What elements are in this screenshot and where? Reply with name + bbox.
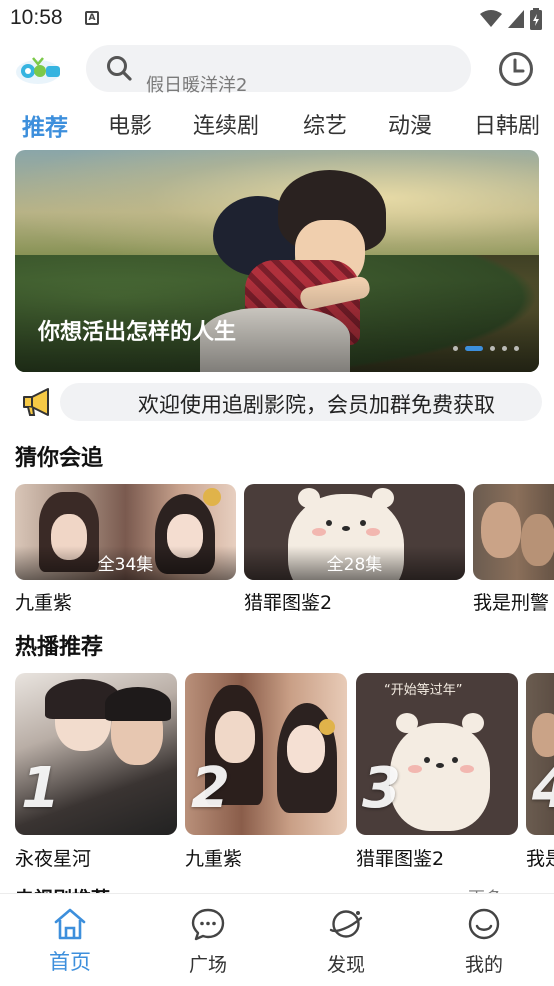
poster-bear-ear bbox=[372, 488, 394, 508]
planet-icon bbox=[329, 910, 363, 938]
poster-liezuitujian2: “开始等过年” 3 bbox=[356, 673, 518, 835]
poster-bear-blush bbox=[312, 528, 326, 536]
tab-variety[interactable]: 综艺 bbox=[303, 108, 347, 140]
tab-anime[interactable]: 动漫 bbox=[388, 108, 432, 140]
rank-number: 1 bbox=[21, 756, 60, 821]
nav-square[interactable]: 广场 bbox=[168, 906, 248, 977]
app-logo bbox=[16, 57, 60, 84]
nav-label: 广场 bbox=[188, 954, 227, 976]
banner-title: 你想活出怎样的人生 bbox=[38, 320, 237, 345]
poster-yongyexinghe: 1 bbox=[15, 673, 177, 835]
poster-face bbox=[481, 502, 521, 558]
tab-jpkr-drama[interactable]: 日韩剧 bbox=[474, 108, 540, 140]
tab-recommend[interactable]: 推荐 bbox=[22, 108, 68, 142]
chat-bubble-icon bbox=[191, 908, 225, 941]
poster-bear-blush bbox=[408, 765, 422, 773]
poster-face bbox=[532, 713, 554, 757]
poster-bear-eye bbox=[326, 520, 332, 526]
search-hint: 假日暖洋洋2 bbox=[146, 75, 248, 96]
status-time: 10:58 bbox=[10, 6, 63, 29]
poster-bear-ear bbox=[298, 488, 320, 508]
episode-badge: 全34集 bbox=[15, 546, 236, 580]
poster-bear-ear bbox=[396, 713, 418, 733]
banner-dot[interactable] bbox=[502, 346, 507, 351]
poster-face bbox=[521, 514, 554, 566]
poster-jiuchongzi: 全34集 bbox=[15, 484, 236, 580]
nav-label: 首页 bbox=[49, 950, 91, 974]
poster-liezuitujian2: 全28集 bbox=[244, 484, 465, 580]
card-title: 猎罪图鉴2 bbox=[244, 592, 333, 614]
card-title: 我是刑警 bbox=[473, 592, 550, 614]
poster-woshixingjing bbox=[473, 484, 554, 580]
poster-hair bbox=[105, 687, 171, 721]
poster-bear-eye bbox=[360, 520, 366, 526]
poster-jiuchongzi: 2 bbox=[185, 673, 347, 835]
card-title: 九重紫 bbox=[185, 848, 243, 870]
signal-icon bbox=[508, 10, 524, 28]
episode-badge: 全28集 bbox=[244, 546, 465, 580]
poster-caption: “开始等过年” bbox=[384, 683, 463, 698]
bottom-nav: 首页 广场 发现 我的 bbox=[0, 893, 554, 986]
poster-face bbox=[287, 725, 325, 773]
guess-row: 全34集 九重紫 全28集 猎罪图鉴2 我是刑警 bbox=[15, 484, 554, 614]
card-title: 九重紫 bbox=[15, 592, 73, 614]
poster-bear-blush bbox=[366, 528, 380, 536]
poster-hairpin bbox=[319, 719, 335, 735]
search-icon bbox=[107, 56, 132, 81]
status-bar: 10:58 A bbox=[0, 0, 554, 38]
nav-home[interactable]: 首页 bbox=[30, 906, 110, 976]
poster-bear-nose bbox=[436, 763, 444, 768]
banner-indicator bbox=[453, 346, 519, 351]
banner-dot[interactable] bbox=[453, 346, 458, 351]
hero-banner[interactable]: 你想活出怎样的人生 bbox=[15, 150, 539, 372]
banner-dot-active[interactable] bbox=[465, 346, 483, 351]
notice-text: 欢迎使用追剧影院，会员加群免费获取 bbox=[138, 393, 495, 417]
poster-bear bbox=[390, 723, 490, 831]
nav-mine[interactable]: 我的 bbox=[444, 906, 524, 977]
poster-bear-nose bbox=[342, 526, 350, 531]
tab-series[interactable]: 连续剧 bbox=[193, 108, 259, 140]
category-tabs: 推荐 电影 连续剧 综艺 动漫 日韩剧 bbox=[0, 108, 554, 148]
megaphone-icon bbox=[23, 388, 49, 416]
poster-bear-eye bbox=[424, 757, 430, 763]
poster-woshixingjing: 4 bbox=[526, 673, 554, 835]
card-title: 我是刑警 bbox=[526, 848, 554, 870]
search-input[interactable]: 假日暖洋洋2 bbox=[86, 45, 471, 96]
notification-a-icon: A bbox=[85, 11, 99, 25]
notice-pill: 欢迎使用追剧影院，会员加群免费获取 bbox=[60, 383, 542, 421]
rank-number: 4 bbox=[532, 756, 554, 821]
tab-movie[interactable]: 电影 bbox=[108, 108, 152, 140]
nav-discover[interactable]: 发现 bbox=[306, 906, 386, 977]
home-icon bbox=[54, 908, 86, 940]
battery-icon bbox=[530, 8, 542, 30]
poster-hairpin bbox=[203, 488, 221, 506]
poster-bear-eye bbox=[452, 757, 458, 763]
hot-row: 1 永夜星河 2 九重紫 “开始等过年” 3 猎罪图鉴2 我 bbox=[15, 673, 554, 873]
wifi-icon bbox=[480, 10, 502, 27]
nav-label: 我的 bbox=[464, 954, 503, 976]
rank-number: 3 bbox=[362, 756, 401, 821]
section-title-hot: 热播推荐 bbox=[15, 635, 104, 660]
poster-bear-blush bbox=[460, 765, 474, 773]
banner-dot[interactable] bbox=[514, 346, 519, 351]
poster-bear-ear bbox=[462, 713, 484, 733]
status-icons bbox=[480, 8, 542, 30]
rank-number: 2 bbox=[191, 756, 230, 821]
notice-bar[interactable]: 欢迎使用追剧影院，会员加群免费获取 bbox=[16, 383, 542, 421]
history-clock-icon[interactable] bbox=[497, 50, 535, 88]
card-title: 永夜星河 bbox=[15, 848, 92, 870]
nav-label: 发现 bbox=[326, 954, 365, 976]
card-title: 猎罪图鉴2 bbox=[356, 848, 445, 870]
banner-dot[interactable] bbox=[490, 346, 495, 351]
section-title-guess: 猜你会追 bbox=[15, 446, 104, 471]
smiley-icon bbox=[468, 908, 500, 940]
